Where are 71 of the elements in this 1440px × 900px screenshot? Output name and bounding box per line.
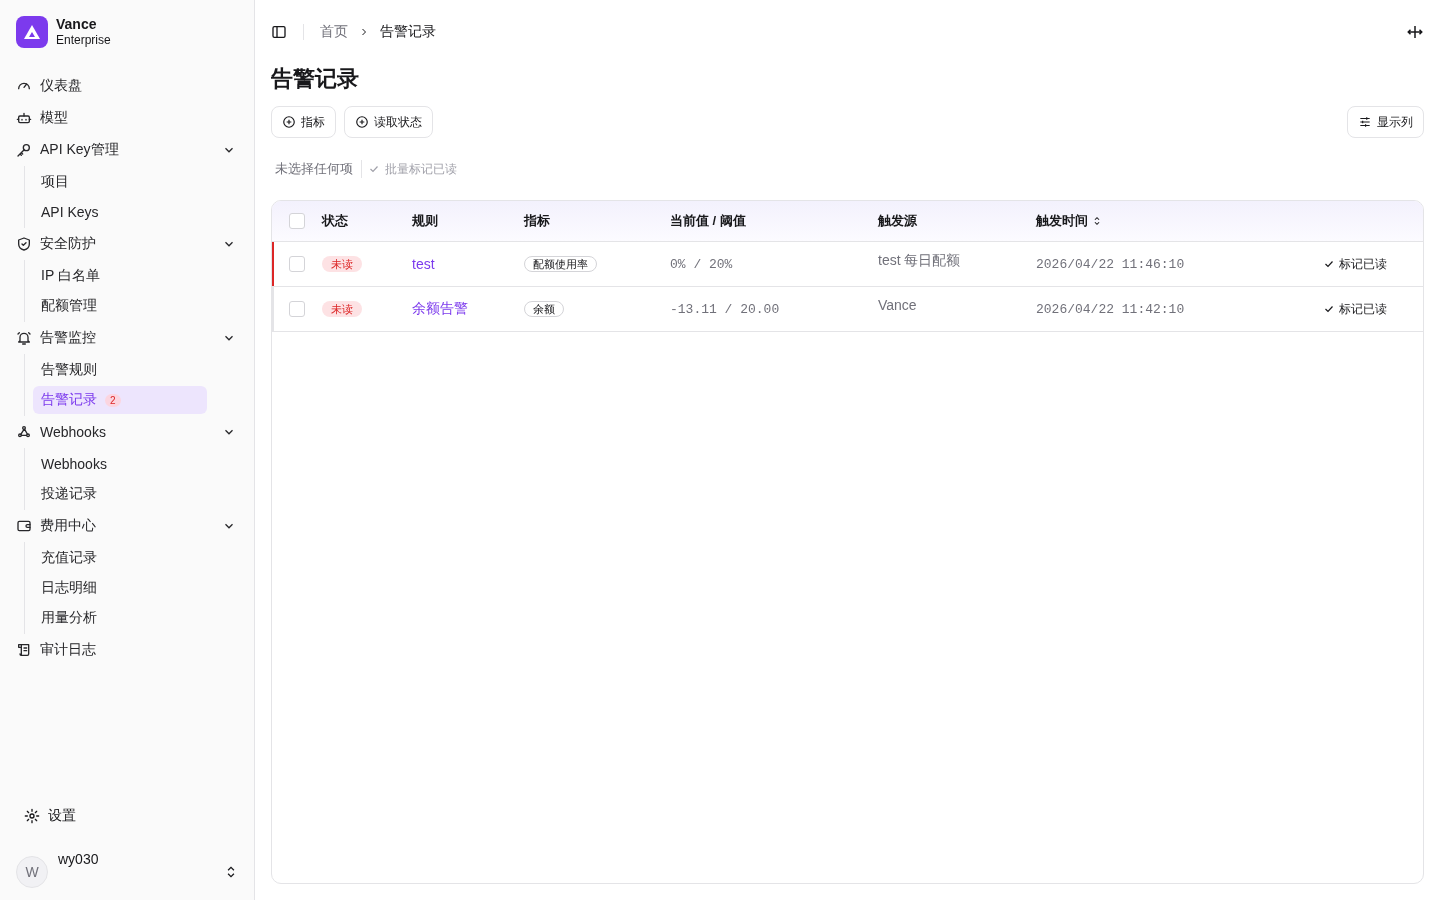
nav-item[interactable]: 模型 <box>16 102 238 134</box>
nav-group[interactable]: Webhooks <box>16 416 238 448</box>
key-icon <box>16 142 32 158</box>
table-cell-text: 0% / 20% <box>670 256 734 272</box>
count-badge: 2 <box>105 393 121 407</box>
table-cell-text: -13.11 / 20.00 <box>670 301 781 317</box>
nav-item[interactable]: Webhooks <box>33 450 207 478</box>
row-checkbox[interactable] <box>289 256 305 272</box>
check-icon <box>1323 303 1335 315</box>
rule-link[interactable]: 余额告警 <box>412 300 468 316</box>
column-header: 触发源 <box>878 212 917 230</box>
column-header[interactable]: 触发时间 <box>1036 212 1088 230</box>
webhook-icon <box>16 424 32 440</box>
table-cell-text: test 每日配额 <box>878 251 962 270</box>
column-header: 指标 <box>524 212 550 230</box>
nav-item[interactable]: 告警规则 <box>33 356 207 384</box>
table-cell-text: Vance <box>878 296 918 313</box>
nav-group[interactable]: 告警监控 <box>16 322 238 354</box>
nav-item[interactable]: 充值记录 <box>33 544 207 572</box>
plan-name: Enterprise <box>56 33 111 48</box>
sliders-icon <box>1358 115 1372 129</box>
nav-item[interactable]: 日志明细 <box>33 574 207 602</box>
user-name: wy030 <box>58 852 100 866</box>
column-header: 当前值 / 阈值 <box>670 212 746 230</box>
sort-icon[interactable] <box>1092 215 1102 227</box>
nav-group[interactable]: API Key管理 <box>16 134 238 166</box>
sidebar-toggle-icon[interactable] <box>271 24 287 40</box>
select-all-checkbox[interactable] <box>289 213 305 229</box>
column-header: 规则 <box>412 212 438 230</box>
nav-item[interactable]: 投递记录 <box>33 480 207 508</box>
nav-item[interactable]: 用量分析 <box>33 604 207 632</box>
rule-link[interactable]: test <box>412 256 435 272</box>
plus-circle-icon <box>355 115 369 129</box>
nav-item[interactable]: 项目 <box>33 168 207 196</box>
mark-read-button[interactable]: 标记已读 <box>1323 300 1387 318</box>
nav-item[interactable]: 审计日志 <box>16 634 238 666</box>
table-cell-text: 2026/04/22 11:42:10 <box>1036 301 1186 317</box>
nav-item[interactable]: IP 白名单 <box>33 262 207 290</box>
table-cell-text: 2026/04/22 11:46:10 <box>1036 256 1186 272</box>
check-icon <box>1323 258 1335 270</box>
user-avatar[interactable]: W <box>16 856 48 888</box>
row-checkbox[interactable] <box>289 301 305 317</box>
column-header: 状态 <box>322 212 348 230</box>
shield-icon <box>16 236 32 252</box>
settings-link[interactable]: 设置 <box>16 800 238 832</box>
nav-group[interactable]: 费用中心 <box>16 510 238 542</box>
columns-button[interactable]: 显示列 <box>1347 106 1424 138</box>
status-badge: 未读 <box>322 301 362 317</box>
nav-item[interactable]: 告警记录 2 <box>33 386 207 414</box>
mark-read-button[interactable]: 标记已读 <box>1323 255 1387 273</box>
selection-text: 未选择任何项 <box>275 160 353 178</box>
nav-item[interactable]: API Keys <box>33 198 207 226</box>
bell-icon <box>16 330 32 346</box>
filter-button[interactable]: 指标 <box>271 106 336 138</box>
brand-name: Vance <box>56 16 98 33</box>
nav-group[interactable]: 安全防护 <box>16 228 238 260</box>
page-title: 告警记录 <box>271 65 360 93</box>
plus-circle-icon <box>282 115 296 129</box>
status-badge: 未读 <box>322 256 362 272</box>
filter-button[interactable]: 读取状态 <box>344 106 433 138</box>
settings-icon <box>24 808 40 824</box>
check-icon <box>368 163 380 175</box>
breadcrumb-item[interactable]: 首页 <box>320 23 348 41</box>
scroll-icon <box>16 642 32 658</box>
wallet-icon <box>16 518 32 534</box>
breadcrumb-item: 告警记录 <box>380 23 436 41</box>
nav-item[interactable]: 仪表盘 <box>16 70 238 102</box>
robot-icon <box>16 110 32 126</box>
move-icon[interactable] <box>1406 23 1424 41</box>
brand-logo <box>16 16 48 48</box>
nav-item[interactable]: 配额管理 <box>33 292 207 320</box>
